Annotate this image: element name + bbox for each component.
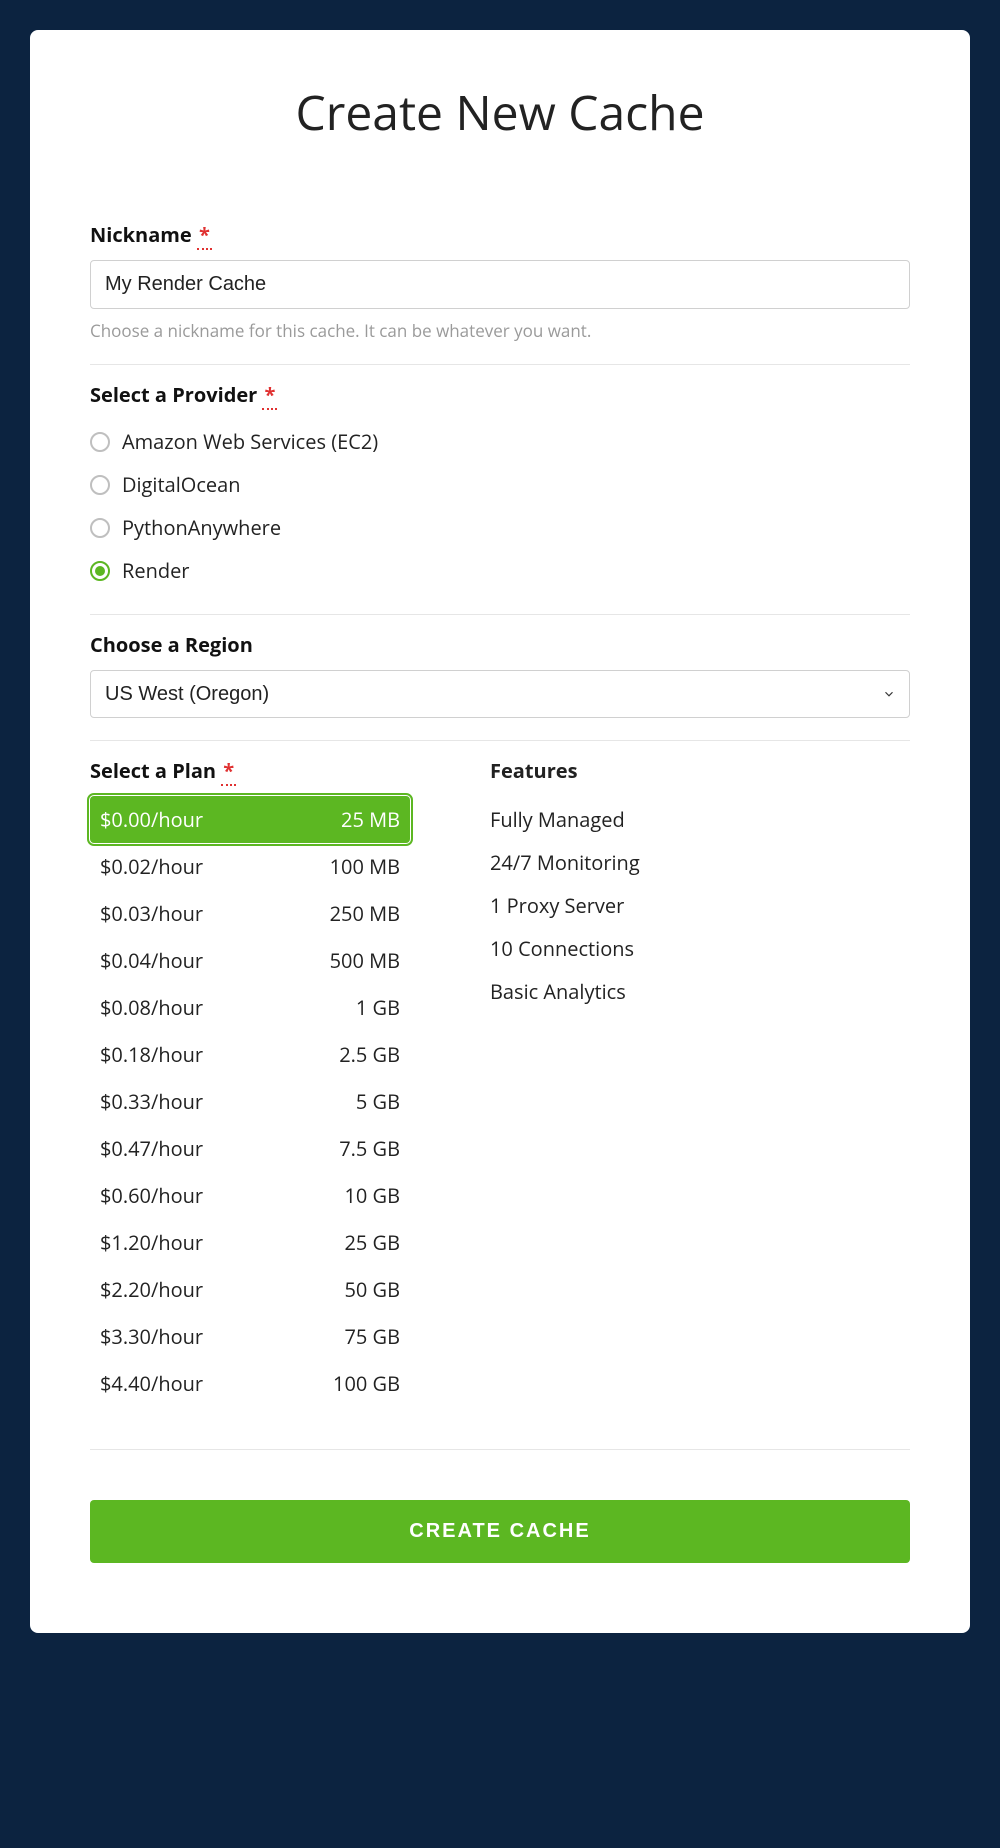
provider-option-label: Amazon Web Services (EC2) xyxy=(122,428,378,455)
feature-item: 24/7 Monitoring xyxy=(490,841,910,884)
page-title: Create New Cache xyxy=(90,80,910,145)
plan-size: 250 MB xyxy=(330,900,400,927)
provider-option[interactable]: DigitalOcean xyxy=(90,463,910,506)
plan-options: $0.00/hour 25 MB $0.02/hour 100 MB $0.03/hou… xyxy=(90,796,410,1407)
provider-label: Select a Provider * xyxy=(90,381,910,408)
plan-price: $4.40/hour xyxy=(100,1370,203,1397)
plan-size: 500 MB xyxy=(330,947,400,974)
feature-item: Fully Managed xyxy=(490,798,910,841)
plan-option[interactable]: $0.18/hour 2.5 GB xyxy=(90,1031,410,1078)
plan-option[interactable]: $4.40/hour 100 GB xyxy=(90,1360,410,1407)
plan-size: 25 GB xyxy=(344,1229,400,1256)
plan-section: Select a Plan * $0.00/hour 25 MB $0.02/hou… xyxy=(90,740,910,1429)
plan-size: 75 GB xyxy=(344,1323,400,1350)
plan-price: $0.47/hour xyxy=(100,1135,203,1162)
provider-option-label: DigitalOcean xyxy=(122,471,241,498)
plan-column: Select a Plan * $0.00/hour 25 MB $0.02/hou… xyxy=(90,757,410,1407)
plan-option[interactable]: $0.00/hour 25 MB xyxy=(90,796,410,843)
required-mark: * xyxy=(221,757,236,786)
plan-size: 7.5 GB xyxy=(339,1135,400,1162)
radio-icon xyxy=(90,432,110,452)
plan-option[interactable]: $0.33/hour 5 GB xyxy=(90,1078,410,1125)
plan-option[interactable]: $1.20/hour 25 GB xyxy=(90,1219,410,1266)
provider-section: Select a Provider * Amazon Web Services … xyxy=(90,364,910,614)
region-select[interactable]: US West (Oregon) xyxy=(90,670,910,718)
plan-price: $0.04/hour xyxy=(100,947,203,974)
plan-price: $0.33/hour xyxy=(100,1088,203,1115)
region-select-wrap: US West (Oregon) xyxy=(90,670,910,718)
plan-size: 2.5 GB xyxy=(339,1041,400,1068)
plan-price: $0.60/hour xyxy=(100,1182,203,1209)
plan-price: $1.20/hour xyxy=(100,1229,203,1256)
radio-icon xyxy=(90,518,110,538)
features-list: Fully Managed24/7 Monitoring1 Proxy Serv… xyxy=(490,798,910,1013)
provider-options: Amazon Web Services (EC2) DigitalOcean Pyt… xyxy=(90,420,910,592)
provider-option-label: PythonAnywhere xyxy=(122,514,281,541)
feature-item: 1 Proxy Server xyxy=(490,884,910,927)
plan-size: 100 MB xyxy=(330,853,400,880)
plan-label-text: Select a Plan xyxy=(90,757,216,784)
required-mark: * xyxy=(197,221,212,250)
plan-option[interactable]: $0.03/hour 250 MB xyxy=(90,890,410,937)
required-mark: * xyxy=(262,381,277,410)
plan-option[interactable]: $0.02/hour 100 MB xyxy=(90,843,410,890)
plan-size: 1 GB xyxy=(356,994,400,1021)
plan-label: Select a Plan * xyxy=(90,757,410,784)
plan-price: $0.08/hour xyxy=(100,994,203,1021)
nickname-input[interactable] xyxy=(90,260,910,309)
provider-option[interactable]: PythonAnywhere xyxy=(90,506,910,549)
feature-item: 10 Connections xyxy=(490,927,910,970)
plan-price: $0.03/hour xyxy=(100,900,203,927)
submit-row: CREATE CACHE xyxy=(90,1449,910,1563)
plan-option[interactable]: $3.30/hour 75 GB xyxy=(90,1313,410,1360)
region-label: Choose a Region xyxy=(90,631,910,658)
features-heading: Features xyxy=(490,757,910,784)
provider-label-text: Select a Provider xyxy=(90,381,257,408)
plan-price: $0.18/hour xyxy=(100,1041,203,1068)
provider-option[interactable]: Render xyxy=(90,549,910,592)
create-cache-button[interactable]: CREATE CACHE xyxy=(90,1500,910,1563)
provider-option-label: Render xyxy=(122,557,189,584)
features-column: Features Fully Managed24/7 Monitoring1 P… xyxy=(490,757,910,1407)
plan-price: $3.30/hour xyxy=(100,1323,203,1350)
nickname-label-text: Nickname xyxy=(90,221,192,248)
create-cache-card: Create New Cache Nickname * Choose a nic… xyxy=(30,30,970,1633)
plan-size: 100 GB xyxy=(333,1370,400,1397)
feature-item: Basic Analytics xyxy=(490,970,910,1013)
plan-size: 25 MB xyxy=(341,806,400,833)
plan-option[interactable]: $2.20/hour 50 GB xyxy=(90,1266,410,1313)
plan-size: 10 GB xyxy=(344,1182,400,1209)
plan-option[interactable]: $0.08/hour 1 GB xyxy=(90,984,410,1031)
plan-option[interactable]: $0.60/hour 10 GB xyxy=(90,1172,410,1219)
plan-option[interactable]: $0.04/hour 500 MB xyxy=(90,937,410,984)
plan-price: $0.00/hour xyxy=(100,806,203,833)
plan-size: 5 GB xyxy=(356,1088,400,1115)
plan-price: $2.20/hour xyxy=(100,1276,203,1303)
plan-price: $0.02/hour xyxy=(100,853,203,880)
radio-icon xyxy=(90,475,110,495)
plan-size: 50 GB xyxy=(344,1276,400,1303)
radio-icon xyxy=(90,561,110,581)
nickname-section: Nickname * Choose a nickname for this ca… xyxy=(90,205,910,364)
plan-option[interactable]: $0.47/hour 7.5 GB xyxy=(90,1125,410,1172)
provider-option[interactable]: Amazon Web Services (EC2) xyxy=(90,420,910,463)
region-section: Choose a Region US West (Oregon) xyxy=(90,614,910,740)
nickname-help: Choose a nickname for this cache. It can… xyxy=(90,319,910,342)
nickname-label: Nickname * xyxy=(90,221,910,248)
